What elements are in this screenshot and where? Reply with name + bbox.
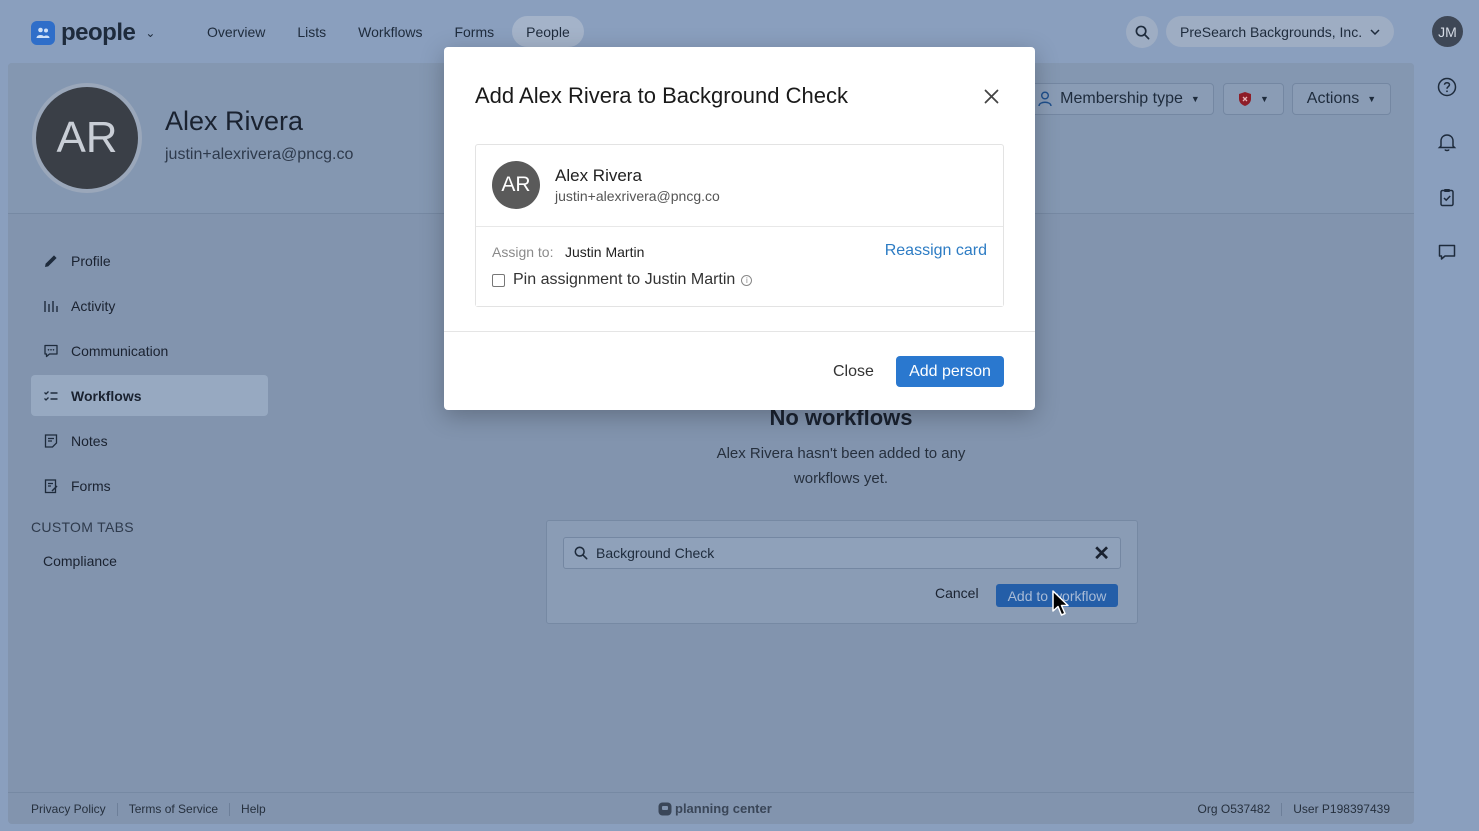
add-person-button[interactable]: Add person	[896, 356, 1004, 387]
assign-to-value: Justin Martin	[565, 244, 645, 260]
sidebar-item-label: Workflows	[71, 387, 142, 404]
nav-workflows[interactable]: Workflows	[344, 16, 436, 47]
clear-icon[interactable]: ✕	[1093, 541, 1110, 566]
person-icon	[1038, 91, 1052, 107]
card-person-name: Alex Rivera	[555, 166, 642, 185]
caret-down-icon: ▼	[1190, 94, 1200, 104]
message-icon[interactable]	[1436, 241, 1458, 263]
add-person-modal: Add Alex Rivera to Background Check AR A…	[444, 47, 1035, 410]
pin-assignment-label[interactable]: Pin assignment to Justin Martin	[513, 271, 735, 289]
divider	[116, 802, 118, 816]
clipboard-check-icon[interactable]	[1436, 186, 1458, 208]
brand-name: planning center	[675, 801, 772, 816]
pin-assignment-checkbox[interactable]	[492, 273, 505, 287]
search-button[interactable]	[1126, 16, 1158, 48]
workflow-search-value: Background Check	[596, 545, 715, 561]
close-icon[interactable]	[980, 85, 1002, 107]
pin-assignment-row: Pin assignment to Justin Martin i	[492, 271, 753, 289]
close-button[interactable]: Close	[833, 363, 874, 381]
planning-center-logo: planning center	[658, 801, 772, 816]
sidebar-item-label: Profile	[71, 252, 111, 269]
nav-people[interactable]: People	[512, 16, 584, 47]
org-switcher[interactable]: PreSearch Backgrounds, Inc.	[1166, 16, 1395, 47]
caret-down-icon: ▼	[1367, 94, 1377, 104]
planning-center-icon	[658, 802, 672, 815]
caret-down-icon: ▼	[1260, 94, 1269, 104]
sidebar-item-label: Activity	[71, 297, 116, 314]
main-nav: Overview Lists Workflows Forms People	[193, 16, 584, 47]
person-card: AR Alex Rivera justin+alexrivera@pncg.co…	[475, 144, 1004, 307]
sidebar-item-label: Notes	[71, 432, 108, 449]
nav-overview[interactable]: Overview	[193, 16, 279, 47]
workflow-picker: Background Check ✕ Cancel Add to workflo…	[546, 520, 1138, 624]
sidebar-item-forms[interactable]: Forms	[31, 465, 268, 506]
assignment-section: Assign to: Justin Martin Reassign card P…	[476, 227, 1003, 306]
shield-icon	[1239, 92, 1252, 106]
user-id: User P198397439	[1293, 802, 1390, 816]
divider	[229, 802, 231, 816]
divider	[1281, 802, 1283, 816]
membership-type-label: Membership type	[1060, 90, 1183, 107]
nav-forms[interactable]: Forms	[440, 16, 508, 47]
terms-link[interactable]: Terms of Service	[129, 802, 218, 816]
chat-icon	[43, 343, 59, 359]
footer: Privacy Policy Terms of Service Help pla…	[8, 792, 1414, 824]
shield-dropdown[interactable]: ▼	[1223, 83, 1284, 115]
mouse-cursor-icon	[1052, 590, 1070, 623]
actions-label: Actions	[1306, 90, 1360, 107]
info-icon[interactable]: i	[741, 274, 753, 286]
nav-lists[interactable]: Lists	[283, 16, 340, 47]
modal-title: Add Alex Rivera to Background Check	[475, 83, 848, 108]
reassign-card-link[interactable]: Reassign card	[885, 242, 987, 260]
person-avatar[interactable]: AR	[32, 83, 142, 193]
app-switcher[interactable]: people ⌄	[31, 19, 155, 47]
sidebar-item-label: Communication	[71, 342, 169, 359]
workflow-search-input[interactable]: Background Check ✕	[563, 537, 1121, 569]
divider	[444, 331, 1035, 332]
custom-tabs-heading: CUSTOM TABS	[31, 519, 134, 535]
help-link[interactable]: Help	[241, 802, 266, 816]
form-icon	[43, 478, 59, 494]
sidebar-item-label: Forms	[71, 477, 111, 494]
person-email: justin+alexrivera@pncg.co	[165, 146, 354, 163]
actions-dropdown[interactable]: Actions ▼	[1292, 83, 1391, 115]
org-name: PreSearch Backgrounds, Inc.	[1180, 23, 1363, 40]
avatar: AR	[492, 161, 540, 209]
pencil-icon	[43, 253, 59, 269]
people-logo-icon	[31, 21, 55, 45]
footer-ids: Org O537482 User P198397439	[1198, 802, 1390, 816]
list-check-icon	[43, 388, 59, 404]
sidebar-item-activity[interactable]: Activity	[31, 285, 268, 326]
chevron-down-icon	[1370, 28, 1380, 35]
footer-links: Privacy Policy Terms of Service Help	[31, 802, 266, 816]
app-name: people	[61, 19, 136, 46]
note-icon	[43, 433, 59, 449]
sidebar-item-profile[interactable]: Profile	[31, 240, 268, 281]
chevron-down-icon: ⌄	[145, 26, 156, 40]
empty-state-text: Alex Rivera hasn't been added to any wor…	[716, 445, 966, 487]
bell-icon[interactable]	[1436, 131, 1458, 153]
sidebar-item-communication[interactable]: Communication	[31, 330, 268, 371]
assign-to-label: Assign to:	[492, 244, 554, 260]
membership-type-dropdown[interactable]: Membership type ▼	[1024, 83, 1214, 115]
search-icon	[574, 546, 588, 560]
user-avatar[interactable]: JM	[1432, 16, 1463, 47]
privacy-policy-link[interactable]: Privacy Policy	[31, 802, 106, 816]
card-person-email: justin+alexrivera@pncg.co	[555, 188, 720, 204]
person-card-header: AR Alex Rivera justin+alexrivera@pncg.co	[476, 145, 1003, 227]
help-icon[interactable]	[1436, 76, 1458, 98]
bars-icon	[43, 298, 59, 314]
sidebar-item-compliance[interactable]: Compliance	[31, 540, 268, 582]
search-icon	[1135, 25, 1149, 39]
person-name: Alex Rivera	[165, 106, 304, 136]
workflow-cancel-button[interactable]: Cancel	[935, 585, 979, 601]
org-id: Org O537482	[1197, 802, 1271, 816]
